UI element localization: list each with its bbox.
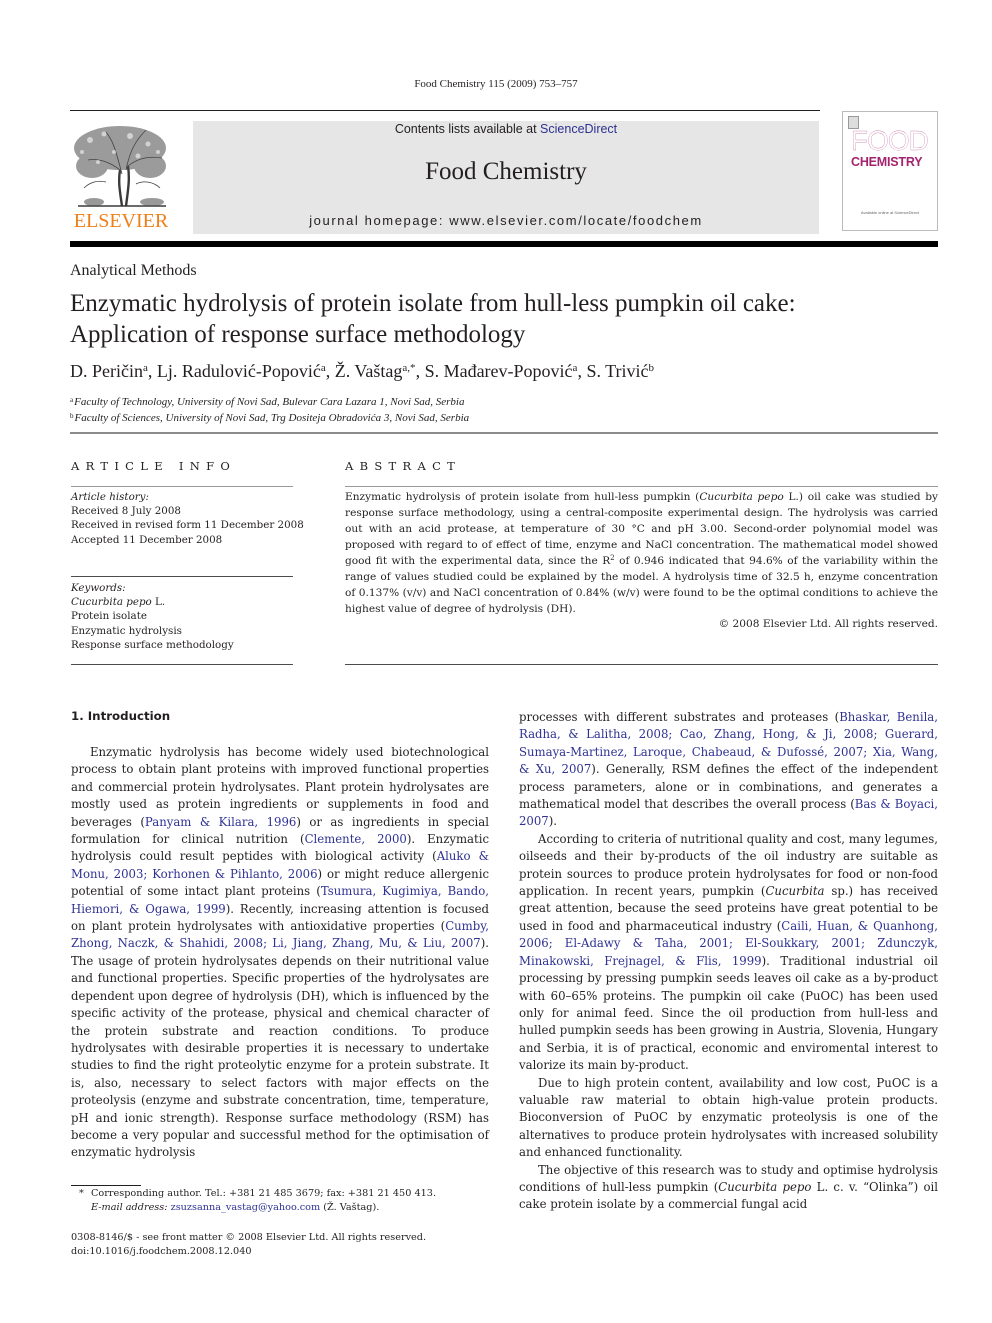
cover-title-food: FOOD — [851, 125, 929, 156]
contents-availability: Contents lists available at ScienceDirec… — [193, 122, 819, 136]
abstract-text: Enzymatic hydrolysis of protein isolate … — [345, 491, 938, 615]
history-revised: Received in revised form 11 December 200… — [71, 519, 304, 532]
affiliation-mark: a — [320, 362, 326, 374]
keyword[interactable]: Cucurbita pepo L. — [71, 595, 234, 609]
footnotes: * Corresponding author. Tel.: +381 21 485… — [79, 1187, 436, 1215]
author[interactable]: S. Trivićb — [586, 361, 654, 381]
article-section-label: Analytical Methods — [70, 262, 197, 279]
text-run: processes with different substrates and … — [519, 710, 840, 724]
history-received: Received 8 July 2008 — [71, 505, 181, 518]
history-accepted: Accepted 11 December 2008 — [71, 533, 223, 546]
paragraph: Due to high protein content, availabilit… — [519, 1075, 938, 1162]
paragraph: According to criteria of nutritional qua… — [519, 831, 938, 1075]
cover-publisher-text: Available online at ScienceDirect — [860, 210, 920, 215]
citation-link[interactable]: Clemente, 2000 — [305, 832, 407, 846]
issn-line: 0308-8146/$ - see front matter © 2008 El… — [71, 1232, 427, 1243]
elsevier-logo[interactable]: ELSEVIER — [70, 122, 172, 232]
affiliation-mark: a,* — [402, 362, 416, 374]
article-title-line-2: Application of response surface methodol… — [70, 321, 526, 348]
paragraph: Enzymatic hydrolysis has become widely u… — [71, 744, 489, 1162]
elsevier-tree-icon — [74, 126, 166, 207]
affiliation-mark: a — [142, 362, 148, 374]
journal-banner: Contents lists available at ScienceDirec… — [193, 121, 819, 234]
journal-cover-thumbnail[interactable]: FOOD CHEMISTRY Available online at Scien… — [842, 111, 938, 231]
doi-link[interactable]: doi:10.1016/j.foodchem.2008.12.040 — [71, 1245, 426, 1259]
author-corresponding[interactable]: Ž. Vaštaga,* — [335, 361, 416, 381]
elsevier-wordmark: ELSEVIER — [73, 210, 169, 232]
text-run: ). — [548, 814, 558, 829]
author-list: D. Peričina, Lj. Radulović-Popovića, Ž. … — [70, 361, 654, 381]
cover-title-chemistry: CHEMISTRY — [851, 155, 923, 169]
journal-homepage-link[interactable]: journal homepage: www.elsevier.com/locat… — [193, 213, 819, 228]
history-label: Article history: — [71, 491, 149, 503]
abstract-copyright: © 2008 Elsevier Ltd. All rights reserved… — [718, 618, 938, 630]
journal-title: Food Chemistry — [425, 158, 587, 185]
author[interactable]: S. Mađarev-Popovića — [425, 361, 578, 381]
italic-text: Cucurbita pepo — [718, 1179, 812, 1194]
article-title-line-1: Enzymatic hydrolysis of protein isolate … — [70, 290, 796, 317]
affiliation-b: bFaculty of Sciences, University of Novi… — [70, 412, 470, 424]
keywords-label: Keywords: — [71, 582, 126, 594]
body-column-left: Enzymatic hydrolysis has become widely u… — [71, 744, 489, 1162]
italic-text: Cucurbita — [765, 884, 825, 899]
article-history: Article history: Received 8 July 2008 Re… — [71, 490, 304, 547]
author[interactable]: Lj. Radulović-Popovića — [157, 361, 326, 381]
abstract-heading: ABSTRACT — [345, 459, 462, 473]
article-title: Enzymatic hydrolysis of protein isolate … — [70, 288, 930, 350]
keywords: Keywords: Cucurbita pepo L. Protein isol… — [71, 581, 234, 652]
affiliation-divider — [70, 432, 938, 434]
body-column-right: processes with different substrates and … — [519, 709, 938, 1214]
paragraph: processes with different substrates and … — [519, 709, 938, 831]
paragraph: The objective of this research was to st… — [519, 1162, 938, 1214]
sciencedirect-link[interactable]: ScienceDirect — [540, 122, 617, 136]
author[interactable]: D. Peričina — [70, 361, 148, 381]
abstract-rule — [345, 486, 938, 487]
contents-prefix: Contents lists available at — [394, 122, 541, 136]
affiliations: aFaculty of Technology, University of No… — [70, 393, 469, 425]
text-run: Due to high protein content, availabilit… — [519, 1075, 938, 1160]
running-head: Food Chemistry 115 (2009) 753–757 — [414, 78, 578, 90]
corresponding-author-note: * Corresponding author. Tel.: +381 21 485… — [79, 1188, 437, 1199]
keyword[interactable]: Protein isolate — [71, 609, 234, 623]
article-info-heading: ARTICLE INFO — [71, 459, 237, 473]
introduction-heading: 1. Introduction — [71, 709, 171, 723]
header-rule — [70, 110, 820, 111]
abstract-bottom-rule — [345, 664, 938, 665]
footnote-rule — [71, 1185, 141, 1186]
affiliation-a: aFaculty of Technology, University of No… — [70, 396, 465, 408]
email-link[interactable]: zsuzsanna_vastag@yahoo.com — [171, 1202, 321, 1213]
citation-link[interactable]: Panyam & Kilara, 1996 — [145, 815, 296, 829]
keyword[interactable]: Enzymatic hydrolysis — [71, 624, 234, 638]
affiliation-mark: a — [572, 362, 578, 374]
keywords-rule — [71, 576, 293, 577]
article-info-bottom-rule — [71, 664, 293, 665]
article-info-rule — [71, 486, 293, 487]
keyword[interactable]: Response surface methodology — [71, 638, 234, 652]
text-run: ). Traditional industrial oil processing… — [519, 953, 938, 1073]
affiliation-mark: b — [648, 362, 654, 374]
header-thick-rule — [70, 241, 938, 247]
imprint: 0308-8146/$ - see front matter © 2008 El… — [71, 1231, 426, 1259]
text-run: ). The usage of protein hydrolysates dep… — [71, 936, 489, 1160]
email-note: E-mail address: zsuzsanna_vastag@yahoo.c… — [91, 1202, 380, 1213]
